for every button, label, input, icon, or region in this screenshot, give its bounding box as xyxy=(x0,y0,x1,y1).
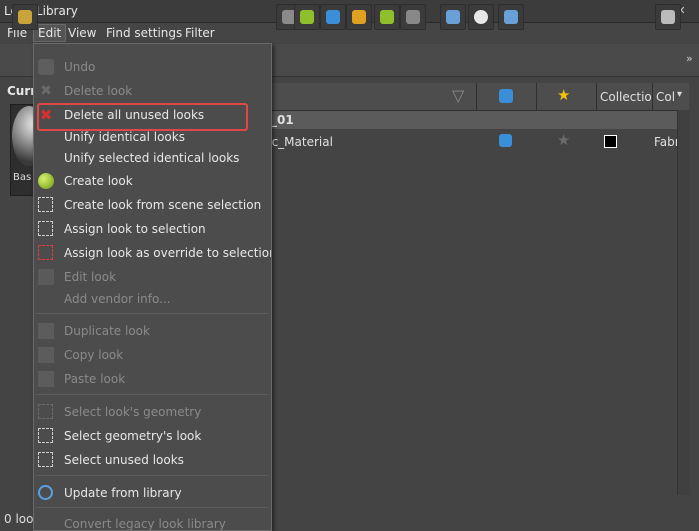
header-col[interactable]: Col xyxy=(656,90,675,104)
assign-look-icon[interactable] xyxy=(294,4,320,30)
select-geometry-icon[interactable] xyxy=(400,4,426,30)
menu-item-select-geometry-look[interactable]: Select geometry's look xyxy=(34,425,271,447)
swap-look-icon[interactable] xyxy=(346,4,372,30)
delete-icon: ✖ xyxy=(40,83,52,99)
chevron-down-icon[interactable]: ▾ xyxy=(677,89,682,100)
override-icon xyxy=(38,245,53,260)
menu-item-assign-to-selection[interactable]: Assign look to selection xyxy=(34,218,271,240)
column-divider xyxy=(652,83,653,110)
edit-look-icon xyxy=(38,269,54,285)
geometry-assigned-icon xyxy=(499,134,512,147)
menu-item-add-vendor[interactable]: Add vendor info... xyxy=(34,288,271,310)
current-label: Curr xyxy=(7,84,37,98)
vertical-scrollbar[interactable] xyxy=(677,110,690,495)
assign-look-icon xyxy=(38,221,53,236)
column-divider xyxy=(476,83,477,110)
selection-grid-icon[interactable] xyxy=(440,4,466,30)
select-unused-icon xyxy=(38,452,53,467)
menu-item-delete-look[interactable]: ✖ Delete look xyxy=(34,80,271,102)
menu-item-copy-look[interactable]: Copy look xyxy=(34,344,271,366)
overflow-icon[interactable]: » xyxy=(686,52,693,65)
menu-item-unify-selected[interactable]: Unify selected identical looks xyxy=(34,147,271,169)
override-icon[interactable] xyxy=(374,4,400,30)
menu-item-paste-look[interactable]: Paste look xyxy=(34,368,271,390)
copy-icon xyxy=(38,347,54,363)
select-look-icon xyxy=(38,428,53,443)
thumbnail-label: Bas xyxy=(13,172,32,183)
create-look-icon xyxy=(38,173,54,189)
menu-item-select-look-geometry[interactable]: Select look's geometry xyxy=(34,401,271,423)
duplicate-icon xyxy=(38,323,54,339)
menu-view[interactable]: View xyxy=(64,25,100,41)
menu-filter[interactable]: Filter xyxy=(181,25,219,41)
menu-item-assign-override[interactable]: Assign look as override to selection xyxy=(34,242,271,264)
header-collection[interactable]: Collectio xyxy=(600,90,652,104)
look-geometry-icon[interactable] xyxy=(320,4,346,30)
geometry-column-icon[interactable] xyxy=(499,89,513,103)
menu-item-update-from-library[interactable]: Update from library xyxy=(34,482,271,504)
menu-item-undo[interactable]: Undo xyxy=(34,56,271,78)
look-name[interactable]: sic_Material xyxy=(262,135,333,149)
paste-icon xyxy=(38,371,54,387)
scene-selection-icon xyxy=(38,197,53,212)
undo-icon xyxy=(38,59,54,75)
menu-separator xyxy=(36,313,268,314)
select-geometry-icon xyxy=(38,404,53,419)
group-label: _01 xyxy=(271,113,294,127)
column-divider xyxy=(536,83,537,110)
menu-item-delete-all-unused[interactable]: ✖ Delete all unused looks xyxy=(34,104,271,126)
status-text: 0 loo xyxy=(4,512,34,526)
menu-item-create-look[interactable]: Create look xyxy=(34,170,271,192)
favorite-star-icon[interactable]: ★ xyxy=(557,131,570,149)
edit-menu-dropdown: Undo ✖ Delete look ✖ Delete all unused l… xyxy=(33,43,272,531)
menu-item-convert-legacy[interactable]: Convert legacy look library xyxy=(34,513,271,530)
menu-separator xyxy=(36,507,268,508)
layout-icon[interactable] xyxy=(498,4,524,30)
library-icon[interactable] xyxy=(12,4,38,30)
menu-item-select-unused[interactable]: Select unused looks xyxy=(34,449,271,471)
menu-item-edit-look[interactable]: Edit look xyxy=(34,266,271,288)
menu-separator xyxy=(36,394,268,395)
menu-item-duplicate-look[interactable]: Duplicate look xyxy=(34,320,271,342)
menu-find-settings[interactable]: Find settings xyxy=(102,25,186,41)
favorite-header-icon[interactable]: ★ xyxy=(557,86,570,104)
filter-icon[interactable] xyxy=(655,4,681,30)
menu-item-create-from-scene[interactable]: Create look from scene selection xyxy=(34,194,271,216)
menu-item-unify-identical[interactable]: Unify identical looks xyxy=(34,126,271,148)
group-row[interactable] xyxy=(270,111,689,129)
menu-separator xyxy=(36,475,268,476)
info-icon[interactable] xyxy=(468,4,494,30)
delete-icon: ✖ xyxy=(39,106,53,124)
collection-color-swatch[interactable] xyxy=(604,135,617,148)
refresh-icon xyxy=(38,485,53,500)
column-divider xyxy=(596,83,597,110)
filter-funnel-icon[interactable]: ▽ xyxy=(452,86,464,105)
